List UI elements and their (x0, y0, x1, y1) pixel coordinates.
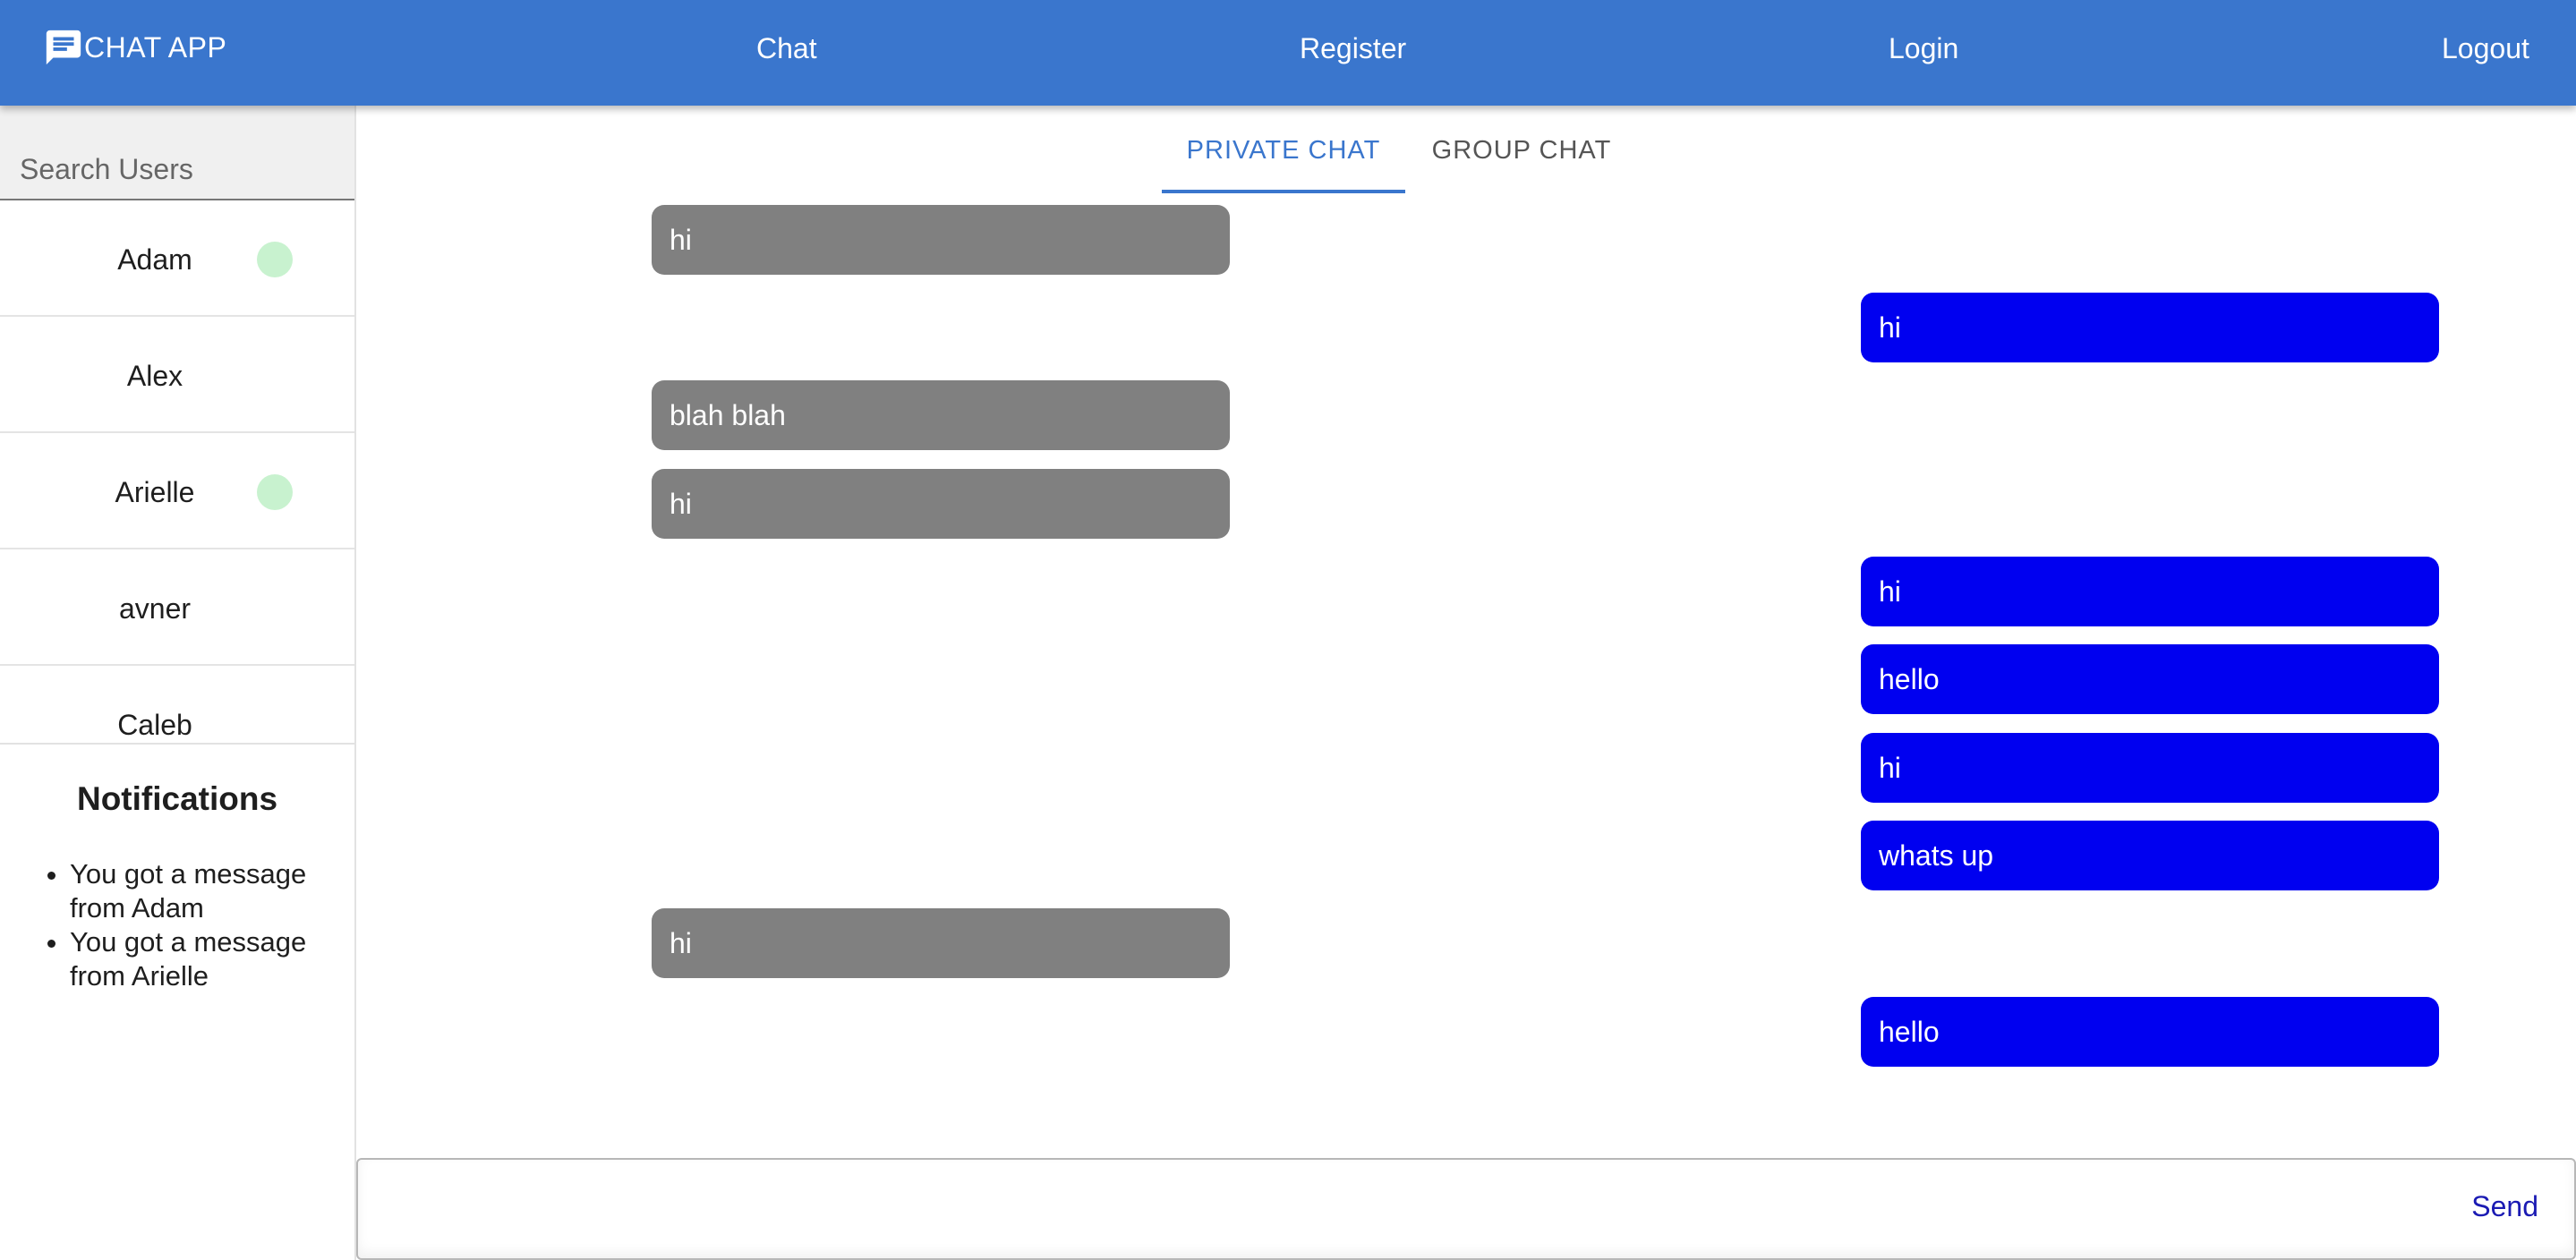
notification-item: You got a message from Adam (70, 857, 340, 925)
app-title: CHAT APP (84, 30, 227, 64)
tab-private-chat[interactable]: PRIVATE CHAT (1162, 106, 1405, 193)
online-status-dot (257, 474, 293, 510)
brand[interactable]: CHAT APP (43, 27, 226, 68)
nav-chat-link[interactable]: Chat (756, 32, 817, 65)
user-item-arielle[interactable]: Arielle (0, 433, 354, 549)
app-bar: CHAT APP Chat Register Login Logout (0, 0, 2576, 106)
user-name: Caleb (117, 709, 192, 741)
sent-message: hello (1861, 644, 2439, 714)
sidebar: Adam Alex Arielle avner Caleb Notificati… (0, 106, 356, 1260)
user-item-avner[interactable]: avner (0, 549, 354, 666)
received-message: hi (652, 469, 1230, 539)
online-status-dot (257, 242, 293, 277)
chat-bubble-icon (46, 30, 81, 65)
received-message: blah blah (652, 380, 1230, 450)
notification-item: You got a message from Arielle (70, 925, 340, 993)
user-name: Alex (126, 360, 183, 392)
send-button[interactable]: Send (2471, 1190, 2538, 1223)
user-name: avner (118, 592, 192, 625)
nav-logout-link[interactable]: Logout (2442, 32, 2529, 65)
user-item-adam[interactable]: Adam (0, 200, 354, 317)
received-message: hi (652, 205, 1230, 275)
search-users-input[interactable] (0, 106, 354, 199)
sent-message: hello (1861, 997, 2439, 1067)
search-box (0, 106, 354, 200)
sent-message: hi (1861, 733, 2439, 803)
sent-message: whats up (1861, 821, 2439, 890)
user-item-caleb[interactable]: Caleb (0, 666, 354, 743)
chat-main: PRIVATE CHAT GROUP CHAT hi hi blah blah … (356, 106, 2576, 1260)
tab-group-chat[interactable]: GROUP CHAT (1405, 106, 1638, 193)
nav-login-link[interactable]: Login (1889, 32, 1958, 65)
received-message: hi (652, 908, 1230, 978)
nav-register-link[interactable]: Register (1300, 32, 1406, 65)
sent-message: hi (1861, 557, 2439, 626)
message-input[interactable] (358, 1160, 2327, 1258)
notifications-title: Notifications (76, 780, 278, 817)
user-item-alex[interactable]: Alex (0, 317, 354, 433)
sent-message: hi (1861, 293, 2439, 362)
message-composer: Send (356, 1158, 2576, 1260)
notifications-list: You got a message from Adam You got a me… (36, 857, 340, 993)
users-list[interactable]: Adam Alex Arielle avner Caleb (0, 200, 354, 743)
notifications-panel: Notifications You got a message from Ada… (0, 743, 354, 1260)
